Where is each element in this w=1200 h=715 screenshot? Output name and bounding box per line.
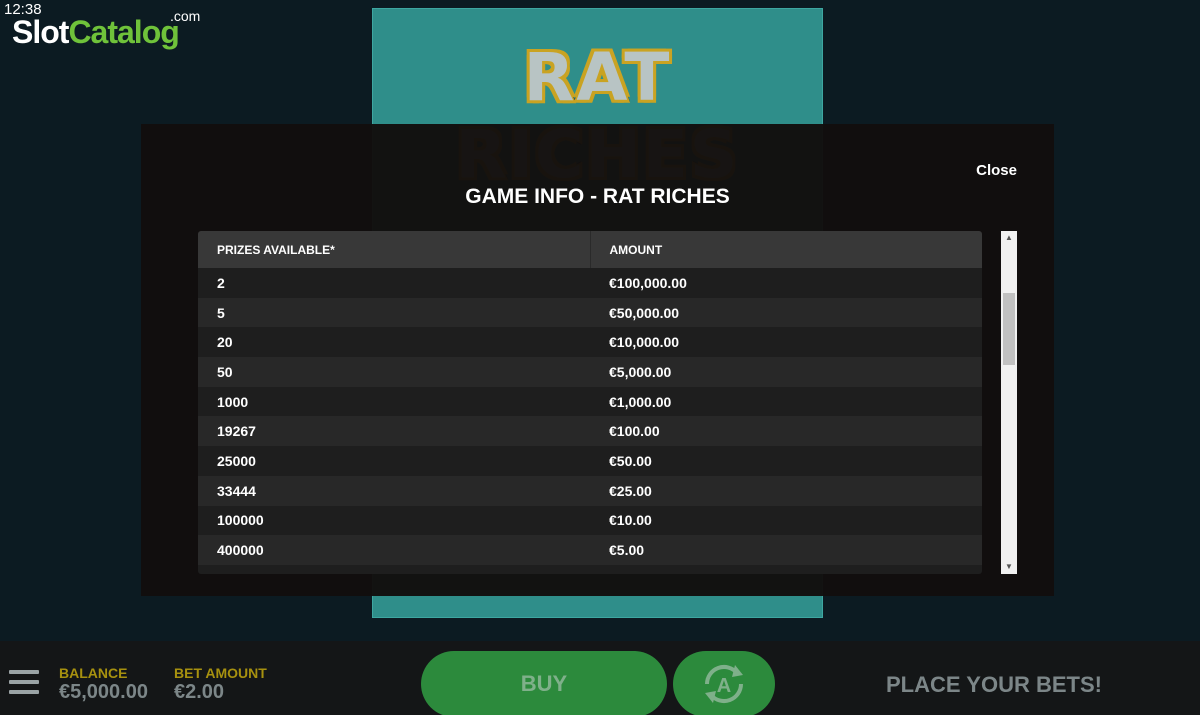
status-message: PLACE YOUR BETS! [886, 672, 1102, 697]
logo-dotcom-text: .com [170, 8, 201, 24]
table-row: 5 €50,000.00 [198, 297, 982, 328]
logo-catalog-text: Catalog [68, 14, 179, 50]
amount-cell: €50,000.00 [590, 297, 982, 328]
table-row: 19267 €100.00 [198, 416, 982, 447]
table-row: 2 €100,000.00 [198, 268, 982, 298]
prizes-cell: 5 [198, 297, 590, 328]
prizes-cell: 2 [198, 268, 590, 298]
prizes-cell: 400000 [198, 535, 590, 565]
prizes-cell: 25000 [198, 446, 590, 476]
prize-table: PRIZES AVAILABLE* AMOUNT 2 €100,000.00 5… [198, 231, 982, 574]
table-row [198, 564, 982, 574]
prize-table-container[interactable]: PRIZES AVAILABLE* AMOUNT 2 €100,000.00 5… [198, 231, 982, 574]
table-row: 33444 €25.00 [198, 475, 982, 506]
table-row: 25000 €50.00 [198, 446, 982, 476]
table-row: 1000 €1,000.00 [198, 386, 982, 417]
scroll-down-arrow-icon[interactable]: ▼ [1001, 560, 1017, 574]
amount-cell [590, 564, 982, 574]
prizes-cell: 100000 [198, 505, 590, 536]
column-header-prizes: PRIZES AVAILABLE* [198, 231, 591, 268]
bet-amount-value[interactable]: €2.00 [174, 681, 224, 704]
svg-text:A: A [717, 675, 731, 697]
amount-cell: €100.00 [590, 416, 982, 447]
table-header-row: PRIZES AVAILABLE* AMOUNT [198, 231, 982, 268]
close-button[interactable]: Close [976, 162, 1017, 179]
prizes-cell: 19267 [198, 416, 590, 447]
amount-cell: €10.00 [590, 505, 982, 536]
balance-label: BALANCE [59, 665, 128, 681]
bottom-bar: BALANCE €5,000.00 BET AMOUNT €2.00 BUY A… [0, 641, 1200, 715]
prizes-cell: 20 [198, 327, 590, 358]
table-row: 400000 €5.00 [198, 535, 982, 565]
prizes-cell [198, 564, 590, 574]
hamburger-menu-icon[interactable] [9, 670, 39, 694]
amount-cell: €5.00 [590, 535, 982, 565]
scroll-up-arrow-icon[interactable]: ▲ [1001, 231, 1017, 245]
amount-cell: €50.00 [590, 446, 982, 476]
prizes-cell: 50 [198, 357, 590, 387]
prizes-cell: 33444 [198, 475, 590, 506]
game-info-modal: Close GAME INFO - RAT RICHES PRIZES AVAI… [141, 124, 1054, 596]
scroll-thumb[interactable] [1003, 293, 1015, 365]
buy-button[interactable]: BUY [421, 651, 667, 715]
bet-amount-label: BET AMOUNT [174, 665, 267, 681]
prizes-cell: 1000 [198, 386, 590, 417]
table-row: 100000 €10.00 [198, 505, 982, 536]
table-row: 50 €5,000.00 [198, 357, 982, 387]
autoplay-button[interactable]: A [673, 651, 775, 715]
autoplay-icon: A [704, 664, 744, 704]
logo-slot-text: Slot [12, 14, 69, 50]
table-scrollbar[interactable]: ▲ ▼ [1001, 231, 1017, 574]
amount-cell: €1,000.00 [590, 386, 982, 417]
slotcatalog-logo: SlotCatalog .com [12, 8, 200, 51]
balance-value: €5,000.00 [59, 681, 148, 703]
amount-cell: €10,000.00 [590, 327, 982, 358]
amount-cell: €25.00 [590, 475, 982, 506]
column-header-amount: AMOUNT [590, 231, 982, 268]
amount-cell: €5,000.00 [590, 357, 982, 387]
modal-title: GAME INFO - RAT RICHES [465, 185, 730, 208]
table-row: 20 €10,000.00 [198, 327, 982, 358]
amount-cell: €100,000.00 [590, 268, 982, 298]
